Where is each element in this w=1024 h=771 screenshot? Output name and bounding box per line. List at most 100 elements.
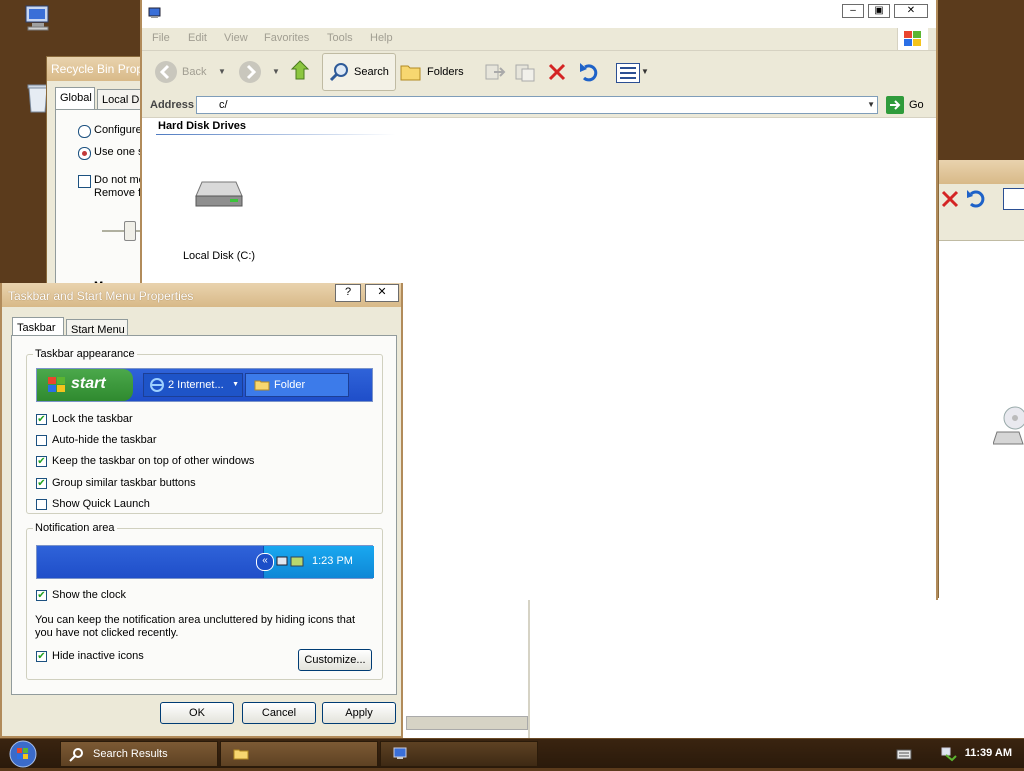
ok-button[interactable]: OK (160, 702, 234, 724)
close-button[interactable]: ✕ (894, 4, 928, 18)
go-arrow-icon[interactable] (886, 96, 904, 114)
task-dropdown-icon: ▼ (232, 381, 239, 388)
delete-icon[interactable] (546, 61, 568, 83)
show-clock-label: Show the clock (52, 589, 126, 601)
address-input[interactable]: c/ ▼ (196, 96, 878, 114)
address-dropdown-icon[interactable]: ▼ (867, 100, 875, 109)
customize-button[interactable]: Customize... (298, 649, 372, 671)
auto-hide-checkbox[interactable] (36, 435, 47, 446)
address-label: Address (150, 99, 195, 111)
internet-task-label: 2 Internet... (168, 379, 224, 391)
internet-explorer-icon (150, 378, 164, 392)
maximize-button[interactable]: ▣ (868, 4, 890, 18)
move-to-icon[interactable] (484, 61, 506, 83)
explorer-titlebar[interactable]: – ▣ ✕ (142, 0, 936, 26)
apply-button[interactable]: Apply (322, 702, 396, 724)
dialog-title: Taskbar and Start Menu Properties (8, 289, 194, 303)
lock-taskbar-checkbox[interactable]: ✔ (36, 414, 47, 425)
menu-file[interactable]: File (152, 32, 170, 44)
minimize-button[interactable]: – (842, 4, 864, 18)
dialog-titlebar[interactable]: Taskbar and Start Menu Properties ? ✕ (2, 283, 401, 307)
show-clock-checkbox[interactable]: ✔ (36, 590, 47, 601)
background-titlebar (939, 160, 1024, 184)
cancel-button[interactable]: Cancel (242, 702, 316, 724)
delete-icon[interactable] (939, 188, 961, 210)
start-button-preview: start (37, 369, 133, 401)
configure-radio[interactable] (78, 125, 91, 138)
search-button-label: Search (354, 66, 389, 78)
group-header: Hard Disk Drives (158, 120, 247, 132)
system-taskbar: Search Results 11:39 AM (0, 738, 1024, 768)
keep-on-top-checkbox[interactable]: ✔ (36, 456, 47, 467)
forward-arrow-icon[interactable] (238, 60, 262, 84)
task-folder[interactable] (220, 741, 378, 767)
forward-dropdown-icon[interactable]: ▼ (272, 67, 280, 76)
quick-launch-checkbox[interactable] (36, 499, 47, 510)
background-addressbar (939, 216, 1024, 241)
views-icon[interactable] (1003, 188, 1024, 210)
menu-edit[interactable]: Edit (188, 32, 207, 44)
show-hidden-icons-chevron-icon: « (256, 553, 274, 571)
back-dropdown-icon[interactable]: ▼ (218, 67, 226, 76)
configure-radio-label: Configure (94, 124, 142, 136)
search-icon (329, 63, 348, 82)
network-icon[interactable] (940, 746, 958, 762)
hide-inactive-checkbox[interactable]: ✔ (36, 651, 47, 662)
undo-icon[interactable] (578, 61, 600, 83)
folder-icon (233, 749, 249, 760)
keyboard-icon[interactable] (896, 747, 912, 761)
search-button[interactable]: Search (322, 53, 396, 91)
folder-task-preview: Folder (245, 373, 349, 397)
start-orb-button[interactable] (6, 740, 42, 768)
notification-preview: « 1:23 PM (36, 545, 374, 579)
use-one-setting-radio[interactable] (78, 147, 91, 160)
system-clock[interactable]: 11:39 AM (965, 747, 1012, 759)
tab-global[interactable]: Global (55, 87, 95, 109)
hide-inactive-label: Hide inactive icons (52, 650, 144, 662)
scrollbar[interactable] (406, 716, 528, 730)
do-not-move-label: Do not mo (94, 174, 145, 186)
do-not-move-checkbox[interactable] (78, 175, 91, 188)
notification-area-label: Notification area (33, 522, 117, 534)
address-bar: Address c/ ▼ Go (142, 93, 936, 118)
undo-icon[interactable] (965, 188, 987, 210)
taskbar-tab-panel: Taskbar appearance start 2 Internet... ▼… (11, 335, 397, 695)
cd-drive-icon[interactable] (992, 406, 1024, 452)
taskbar-appearance-group: Taskbar appearance start 2 Internet... ▼… (26, 348, 383, 514)
task-search-results-label: Search Results (93, 748, 168, 760)
back-button-label[interactable]: Back (182, 66, 206, 78)
menu-favorites[interactable]: Favorites (264, 32, 309, 44)
background-explorer-window (938, 160, 1024, 740)
search-icon (69, 748, 83, 762)
task-search-results[interactable]: Search Results (60, 741, 218, 767)
computer-icon (148, 7, 161, 18)
address-value: c/ (219, 99, 228, 111)
copy-to-icon[interactable] (514, 61, 536, 83)
taskbar-properties-dialog: Taskbar and Start Menu Properties ? ✕ Ta… (0, 283, 403, 738)
lock-taskbar-label: Lock the taskbar (52, 413, 133, 425)
folder-task-label: Folder (274, 379, 306, 391)
folders-icon[interactable] (400, 62, 422, 82)
folders-button-label[interactable]: Folders (427, 66, 464, 78)
explorer-toolbar: Back ▼ ▼ Search Folders ▼ (142, 51, 936, 94)
group-buttons-checkbox[interactable]: ✔ (36, 478, 47, 489)
help-button[interactable]: ? (335, 284, 361, 302)
remove-files-label: Remove f (94, 187, 142, 199)
group-divider (156, 134, 396, 135)
back-arrow-icon[interactable] (154, 60, 178, 84)
up-folder-icon[interactable] (290, 59, 314, 83)
windows-logo-icon (897, 28, 928, 50)
local-disk-item[interactable]: Local Disk (C:) (172, 148, 266, 268)
menu-tools[interactable]: Tools (327, 32, 353, 44)
task-computer[interactable] (380, 741, 538, 767)
menu-help[interactable]: Help (370, 32, 393, 44)
go-button-label[interactable]: Go (909, 99, 924, 111)
views-dropdown-icon[interactable]: ▼ (641, 67, 649, 76)
dialog-close-button[interactable]: ✕ (365, 284, 399, 302)
percentage-slider-thumb[interactable] (124, 221, 136, 241)
menu-view[interactable]: View (224, 32, 248, 44)
windows-flag-icon (48, 377, 65, 392)
local-disk-label: Local Disk (C:) (182, 250, 256, 262)
my-computer-icon[interactable] (22, 2, 54, 34)
views-icon[interactable] (616, 63, 640, 83)
